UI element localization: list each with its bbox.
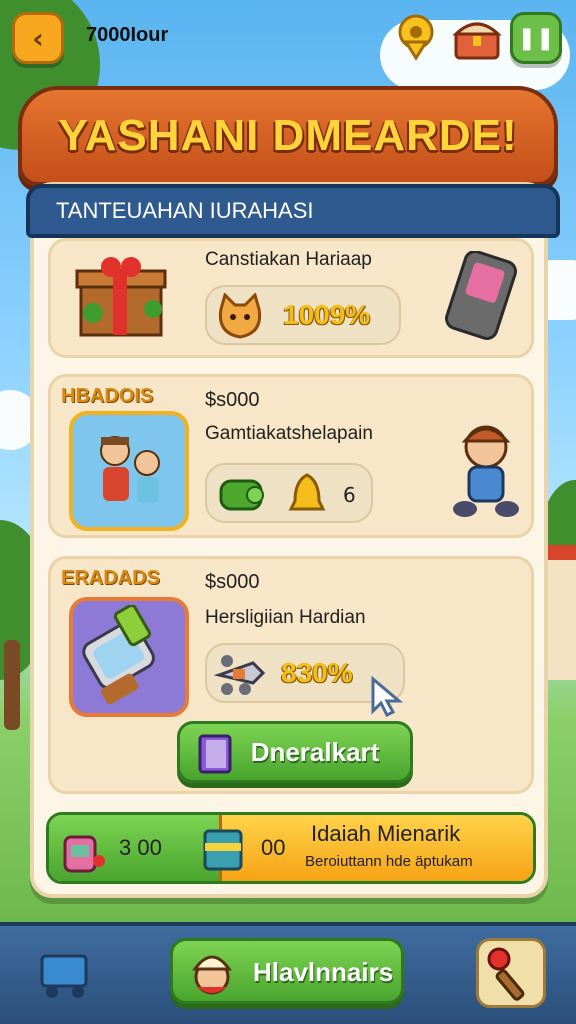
tree-trunk <box>4 640 20 730</box>
treasure-chest-icon[interactable] <box>452 14 502 62</box>
magic-wand-icon <box>487 947 525 1001</box>
panel-header-title: TANTEUAHAN IURAHASI <box>56 198 314 223</box>
banner-title: YASHANI DMEARDE! <box>58 111 518 160</box>
bottom-nav: Hlavlnnairs <box>0 922 576 1024</box>
progress-percent: 1009% <box>283 299 371 330</box>
reward-panel: TANTEUAHAN IURAHASI Canstiakan Hariaap 1… <box>26 182 560 898</box>
progress-pill: 1009% <box>205 285 401 345</box>
card-thumbnail <box>69 597 189 717</box>
supply-box-icon <box>203 829 243 871</box>
reward-card[interactable]: Canstiakan Hariaap 1009% <box>48 238 534 358</box>
doll-character-icon <box>453 425 519 517</box>
card-description: Gamtiakatshelapain <box>205 423 373 444</box>
backpack-icon <box>63 835 105 873</box>
reward-mid-value: 00 <box>261 835 286 860</box>
chevron-left-icon: ‹ <box>32 21 44 55</box>
card-description: Hersligiian Hardian <box>205 607 366 628</box>
home-button[interactable]: Hlavlnnairs <box>170 938 404 1004</box>
pause-icon: ❚❚ <box>517 25 555 51</box>
gift-box-icon <box>75 257 167 337</box>
reward-left-value: 3 00 <box>119 835 162 860</box>
reward-card[interactable]: ERADADS $s000 Hersligiian Hardian 830% D… <box>48 556 534 794</box>
title-banner: YASHANI DMEARDE! <box>18 86 558 186</box>
progress-percent: 830% <box>281 657 353 688</box>
location-pin-icon[interactable] <box>394 14 438 62</box>
item-pill: 6 <box>205 463 373 523</box>
tool-button[interactable] <box>476 938 546 1008</box>
card-price: $s000 <box>205 571 260 593</box>
home-button-label: Hlavlnnairs <box>253 957 394 987</box>
reward-bar[interactable]: 3 00 00 Idaiah Mienarik Beroiuttann hde … <box>46 812 536 884</box>
smartwatch-icon <box>82 605 155 705</box>
card-tag: HBADOIS <box>61 385 154 407</box>
claim-button-label: Dneralkart <box>250 736 380 767</box>
book-icon <box>198 734 232 774</box>
card-price: $s000 <box>205 389 260 411</box>
card-thumbnail <box>69 411 189 531</box>
panel-header: TANTEUAHAN IURAHASI <box>26 184 560 238</box>
drone-icon <box>213 655 266 695</box>
chef-character-icon <box>192 955 232 995</box>
reward-card[interactable]: HBADOIS $s000 Gamtiakatshelapain 6 <box>48 374 534 538</box>
reward-title: Idaiah Mienarik <box>311 821 461 846</box>
reward-subtitle: Beroiuttann hde äptukam <box>305 853 473 870</box>
shopping-cart-icon[interactable] <box>34 942 94 1002</box>
game-screen: ‹ 7000Iour ❚❚ YASHANI DMEARDE! TANTEUAHA… <box>0 0 576 1024</box>
family-characters-icon <box>100 436 160 503</box>
pointer-cursor-icon <box>371 675 403 718</box>
claim-button[interactable]: Dneralkart <box>177 721 413 783</box>
card-tag: ERADADS <box>61 567 160 589</box>
golden-bell-icon <box>288 473 326 511</box>
phone-device-icon <box>445 251 517 340</box>
green-gadget-icon <box>219 479 264 511</box>
pause-button[interactable]: ❚❚ <box>510 12 562 64</box>
cat-face-icon <box>218 293 262 339</box>
item-count: 6 <box>343 483 356 507</box>
card-description: Canstiakan Hariaap <box>205 249 372 270</box>
back-button[interactable]: ‹ <box>12 12 64 64</box>
currency-counter: 7000Iour <box>86 24 169 46</box>
